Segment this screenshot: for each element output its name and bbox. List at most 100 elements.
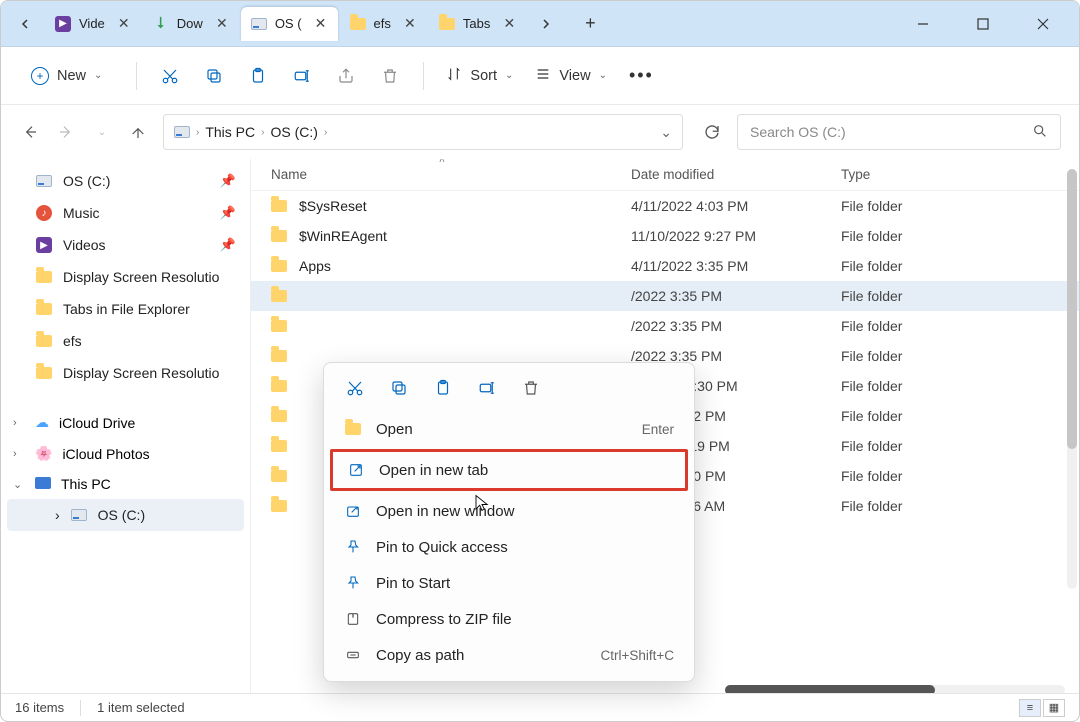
- more-button[interactable]: •••: [629, 65, 654, 86]
- item-count: 16 items: [15, 700, 64, 715]
- maximize-button[interactable]: [965, 9, 1001, 39]
- menu-item-label: Pin to Start: [376, 575, 450, 592]
- context-menu-item[interactable]: Compress to ZIP file: [330, 601, 688, 637]
- sidebar-group[interactable]: ⌄ This PC: [1, 469, 250, 499]
- view-label: View: [559, 68, 590, 84]
- sidebar-group[interactable]: ›☁iCloud Drive: [1, 407, 250, 438]
- sidebar-item[interactable]: efs: [1, 325, 250, 357]
- sidebar-item[interactable]: OS (C:)📌: [1, 165, 250, 197]
- file-row[interactable]: /2022 3:35 PMFile folder: [251, 281, 1079, 311]
- sidebar-item[interactable]: Display Screen Resolutio: [1, 261, 250, 293]
- search-input[interactable]: Search OS (C:): [737, 114, 1061, 150]
- expand-icon[interactable]: ⌄: [13, 478, 25, 491]
- tab[interactable]: ▶Vide✕: [45, 7, 141, 41]
- file-type: File folder: [841, 438, 1059, 454]
- close-window-button[interactable]: [1025, 9, 1061, 39]
- refresh-button[interactable]: [701, 121, 723, 143]
- paste-icon[interactable]: [247, 65, 269, 87]
- tab[interactable]: ⭣Dow✕: [143, 7, 239, 41]
- file-row[interactable]: /2022 3:35 PMFile folder: [251, 311, 1079, 341]
- scrollbar-thumb[interactable]: [725, 685, 935, 693]
- forward-button[interactable]: [55, 121, 77, 143]
- sidebar-item[interactable]: ›OS (C:): [7, 499, 244, 531]
- rename-icon[interactable]: [291, 65, 313, 87]
- details-view-icon[interactable]: ≡: [1019, 699, 1041, 717]
- sidebar-group[interactable]: › 🌸 iCloud Photos: [1, 438, 250, 469]
- new-button[interactable]: + New ⌄: [19, 61, 114, 91]
- close-tab-icon[interactable]: ✕: [403, 17, 417, 31]
- sidebar-item-label: This PC: [61, 476, 111, 492]
- video-icon: ▶: [55, 16, 71, 32]
- vertical-scrollbar[interactable]: [1067, 169, 1077, 589]
- horizontal-scrollbar[interactable]: [725, 685, 1065, 693]
- sort-icon: [446, 66, 462, 86]
- sidebar-item-label: Tabs in File Explorer: [63, 301, 190, 317]
- sidebar-item[interactable]: ▶Videos📌: [1, 229, 250, 261]
- close-tab-icon[interactable]: ✕: [117, 17, 131, 31]
- delete-icon[interactable]: [520, 377, 542, 399]
- chevron-right-icon: ›: [196, 127, 199, 138]
- column-date[interactable]: Date modified: [631, 167, 841, 182]
- sidebar-item-label: Display Screen Resolutio: [63, 365, 219, 381]
- new-label: New: [57, 68, 86, 84]
- context-menu-item[interactable]: OpenEnter: [330, 411, 688, 447]
- close-tab-icon[interactable]: ✕: [314, 17, 328, 31]
- tab-scroll-left[interactable]: [15, 14, 35, 34]
- breadcrumb-item[interactable]: OS (C:): [270, 124, 317, 140]
- rename-icon[interactable]: [476, 377, 498, 399]
- new-tab-button[interactable]: +: [574, 8, 606, 40]
- delete-icon[interactable]: [379, 65, 401, 87]
- close-tab-icon[interactable]: ✕: [502, 17, 516, 31]
- cut-icon[interactable]: [159, 65, 181, 87]
- video-icon: ▶: [35, 236, 53, 254]
- file-row[interactable]: Apps4/11/2022 3:35 PMFile folder: [251, 251, 1079, 281]
- context-menu-item[interactable]: Open in new window: [330, 493, 688, 529]
- close-tab-icon[interactable]: ✕: [215, 17, 229, 31]
- view-button[interactable]: View ⌄: [535, 66, 607, 86]
- tab-scroll-right[interactable]: [536, 14, 556, 34]
- minimize-button[interactable]: [905, 9, 941, 39]
- file-type: File folder: [841, 198, 1059, 214]
- menu-item-label: Open in new window: [376, 503, 514, 520]
- sidebar-item[interactable]: Tabs in File Explorer: [1, 293, 250, 325]
- sidebar-item[interactable]: ♪Music📌: [1, 197, 250, 229]
- context-menu-item[interactable]: Copy as pathCtrl+Shift+C: [330, 637, 688, 673]
- scrollbar-thumb[interactable]: [1067, 169, 1077, 449]
- chevron-down-icon: ⌄: [94, 70, 102, 81]
- sidebar-item-label: iCloud Photos: [62, 446, 149, 462]
- tab[interactable]: efs✕: [340, 7, 427, 41]
- sidebar-item[interactable]: Display Screen Resolutio: [1, 357, 250, 389]
- tab[interactable]: Tabs✕: [429, 7, 526, 41]
- tab[interactable]: OS (✕: [241, 7, 338, 41]
- column-type[interactable]: Type: [841, 167, 1059, 182]
- context-menu-item[interactable]: Open in new tab: [330, 449, 688, 491]
- address-bar[interactable]: › This PC › OS (C:) › ⌄: [163, 114, 683, 150]
- separator: [423, 62, 424, 90]
- paste-icon[interactable]: [432, 377, 454, 399]
- folder-icon: [35, 268, 53, 286]
- file-date: 4/11/2022 3:35 PM: [631, 258, 841, 274]
- copy-icon[interactable]: [388, 377, 410, 399]
- cut-icon[interactable]: [344, 377, 366, 399]
- sort-button[interactable]: Sort ⌄: [446, 66, 513, 86]
- address-dropdown[interactable]: ⌄: [660, 124, 672, 141]
- recent-dropdown[interactable]: ⌄: [91, 121, 113, 143]
- expand-icon[interactable]: ›: [13, 417, 25, 429]
- column-name[interactable]: Name: [271, 167, 631, 182]
- drive-icon: [70, 506, 88, 524]
- file-row[interactable]: $WinREAgent11/10/2022 9:27 PMFile folder: [251, 221, 1079, 251]
- photos-icon: 🌸: [35, 445, 52, 462]
- back-button[interactable]: [19, 121, 41, 143]
- context-menu-item[interactable]: Pin to Quick access: [330, 529, 688, 565]
- context-menu-item[interactable]: Pin to Start: [330, 565, 688, 601]
- file-row[interactable]: $SysReset4/11/2022 4:03 PMFile folder: [251, 191, 1079, 221]
- chevron-down-icon: ⌄: [505, 70, 513, 81]
- expand-icon[interactable]: ›: [13, 448, 25, 460]
- up-button[interactable]: [127, 121, 149, 143]
- breadcrumb-item[interactable]: This PC: [205, 124, 255, 140]
- copy-icon[interactable]: [203, 65, 225, 87]
- share-icon[interactable]: [335, 65, 357, 87]
- thumbnails-view-icon[interactable]: ▦: [1043, 699, 1065, 717]
- file-date: /2022 3:35 PM: [631, 318, 841, 334]
- search-icon: [1032, 123, 1048, 142]
